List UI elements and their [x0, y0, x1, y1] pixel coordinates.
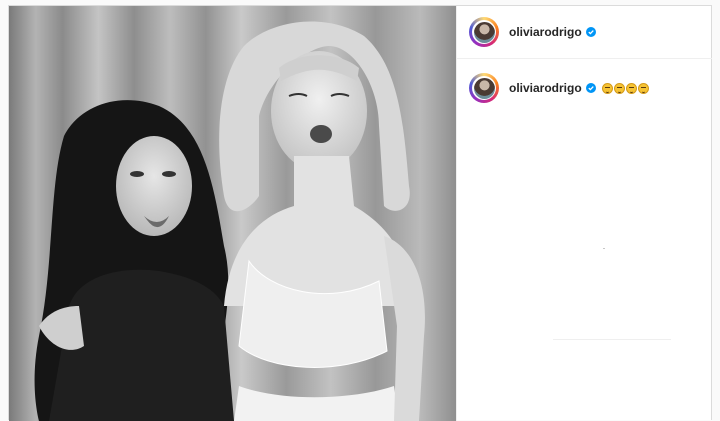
divider-dot	[603, 248, 605, 249]
emoji-face-icon	[625, 82, 637, 94]
post-modal: oliviarodrigo oliviarodrigo	[8, 5, 712, 421]
avatar-image	[473, 21, 495, 43]
emoji-face-icon	[637, 82, 649, 94]
caption-emojis	[601, 82, 649, 94]
caption-avatar-image	[473, 77, 495, 99]
header-username[interactable]: oliviarodrigo	[509, 25, 582, 39]
avatar[interactable]	[469, 17, 499, 47]
divider	[553, 339, 671, 340]
verified-badge-icon	[585, 27, 596, 37]
photo-booth-image	[9, 6, 456, 421]
caption-row: oliviarodrigo	[457, 59, 712, 103]
avatar-ring	[472, 20, 496, 44]
caption-avatar-ring	[472, 76, 496, 100]
emoji-face-icon	[613, 82, 625, 94]
caption-verified-badge-icon	[585, 83, 596, 93]
caption-avatar[interactable]	[469, 73, 499, 103]
post-photo[interactable]	[9, 6, 456, 421]
emoji-face-icon	[601, 82, 613, 94]
post-header: oliviarodrigo	[457, 6, 712, 59]
post-sidebar: oliviarodrigo oliviarodrigo	[456, 6, 712, 421]
caption-username[interactable]: oliviarodrigo	[509, 81, 582, 95]
